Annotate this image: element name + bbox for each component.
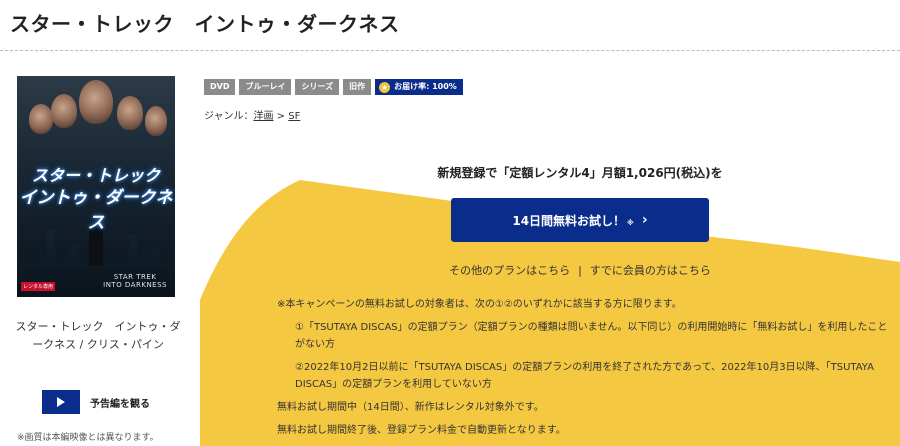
delivery-rate-label: お届け率: 100% (394, 82, 457, 91)
star-icon: ★ (379, 81, 391, 93)
free-trial-button[interactable]: 14日間無料お試し！ ※ › (451, 198, 709, 242)
promo-headline: 新規登録で「定額レンタル4」月額1,026円(税込)を (437, 166, 723, 180)
image-note: ※画質は本編映像とは異なります。 (17, 433, 159, 443)
poster-english-logo: STAR TREK INTO DARKNESS (103, 273, 167, 289)
terms-note-2: 無料お試し期間終了後、登録プラン料金で自動更新となります。 (277, 425, 566, 436)
tag-row: DVD ブルーレイ シリーズ 旧作 ★ お届け率: 100% (204, 79, 463, 95)
other-plans-link[interactable]: その他のプランはこちら (449, 264, 570, 277)
member-login-link[interactable]: すでに会員の方はこちら (590, 264, 711, 277)
delivery-rate-badge: ★ お届け率: 100% (375, 79, 463, 95)
terms-intro: ※本キャンペーンの無料お試しの対象者は、次の①②のいずれかに該当する方に限ります… (277, 299, 682, 310)
genre-separator: > (273, 111, 289, 122)
campaign-terms: ※本キャンペーンの無料お試しの対象者は、次の①②のいずれかに該当する方に限ります… (277, 296, 897, 445)
plan-links-separator: | (578, 264, 582, 277)
genre-breadcrumb: ジャンル：洋画 > SF (204, 107, 300, 122)
play-icon[interactable] (42, 390, 80, 414)
genre-link-western[interactable]: 洋画 (254, 111, 274, 122)
title-divider (0, 50, 900, 51)
trailer-label[interactable]: 予告編を観る (90, 395, 150, 410)
free-trial-label: 14日間無料お試し！ (512, 213, 626, 228)
free-trial-mark: ※ (627, 219, 634, 227)
genre-link-sf[interactable]: SF (288, 111, 300, 122)
terms-item-1: ①「TSUTAYA DISCAS」の定額プラン（定額プランの種類は問いません。以… (295, 322, 888, 350)
chevron-right-icon: › (641, 212, 648, 228)
terms-item-2: ②2022年10月2日以前に「TSUTAYA DISCAS」の定額プランの利用を… (295, 362, 874, 390)
trailer-button[interactable]: 予告編を観る (42, 390, 150, 414)
rental-badge: レンタル専用 (21, 282, 56, 291)
page-title: スター・トレック イントゥ・ダークネス (10, 12, 400, 36)
tag-series: シリーズ (295, 79, 340, 95)
movie-poster[interactable]: スター・トレック イントゥ・ダークネス STAR TREK INTO DARKN… (17, 76, 175, 297)
poster-title-line2: イントゥ・ダークネス (19, 188, 173, 233)
genre-prefix: ジャンル： (204, 111, 254, 122)
tag-old: 旧作 (343, 79, 372, 95)
plan-links: その他のプランはこちら | すでに会員の方はこちら (200, 262, 900, 278)
tag-bluray: ブルーレイ (239, 79, 292, 95)
poster-caption: スター・トレック イントゥ・ダ ークネス / クリス・パイン (15, 320, 181, 351)
tag-dvd: DVD (204, 79, 236, 95)
terms-note-1: 無料お試し期間中（14日間）、新作はレンタル対象外です。 (277, 402, 544, 413)
